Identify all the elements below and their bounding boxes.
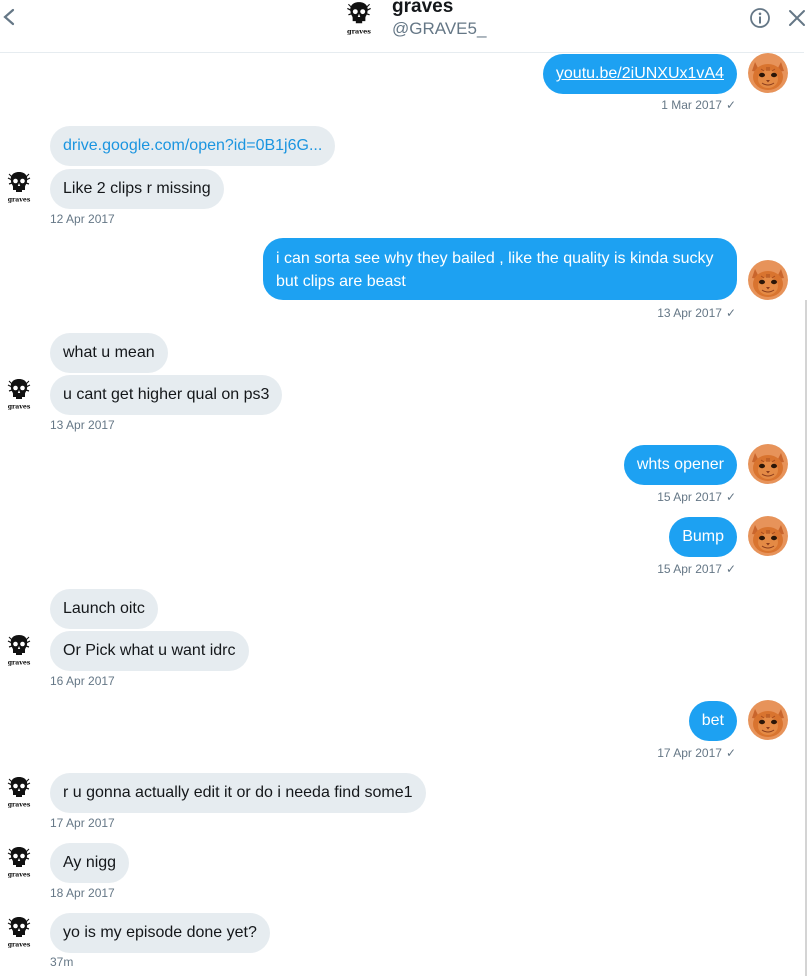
- message-bubble-outgoing[interactable]: Bump: [669, 517, 737, 557]
- read-check-icon: ✓: [725, 98, 736, 112]
- contact-name[interactable]: graves: [392, 0, 453, 18]
- own-avatar[interactable]: [748, 260, 788, 300]
- message-text: r u gonna actually edit it or do i needa…: [63, 784, 413, 801]
- message-timestamp: 37m: [50, 955, 74, 969]
- sender-avatar[interactable]: [6, 633, 32, 667]
- contact-handle[interactable]: @GRAVE5_: [392, 18, 486, 40]
- message-text: bet: [701, 712, 724, 729]
- message-text: Like 2 clips r missing: [63, 180, 211, 197]
- message-timestamp: 16 Apr 2017: [50, 674, 115, 688]
- message-bubble-incoming[interactable]: Launch oitc: [50, 589, 158, 629]
- message-timestamp: 17 Apr 2017: [50, 816, 115, 830]
- message-timestamp: 15 Apr 2017 ✓: [657, 562, 736, 576]
- message-text: Bump: [682, 528, 724, 545]
- message-text: Launch oitc: [63, 600, 145, 617]
- message-link[interactable]: youtu.be/2iUNXUx1vA4: [556, 65, 724, 82]
- message-text: what u mean: [63, 344, 155, 361]
- message-text: u cant get higher qual on ps3: [63, 386, 270, 403]
- message-bubble-incoming[interactable]: drive.google.com/open?id=0B1j6G...: [50, 126, 336, 166]
- message-timestamp: 18 Apr 2017: [50, 886, 115, 900]
- info-icon[interactable]: [749, 7, 771, 29]
- message-bubble-incoming[interactable]: Or Pick what u want idrc: [50, 631, 249, 671]
- message-timestamp: 1 Mar 2017 ✓: [661, 98, 736, 112]
- message-bubble-incoming[interactable]: u cant get higher qual on ps3: [50, 375, 283, 415]
- message-bubble-incoming[interactable]: Ay nigg: [50, 843, 130, 883]
- header-avatar[interactable]: [341, 0, 377, 36]
- message-bubble-outgoing[interactable]: whts opener: [623, 445, 737, 485]
- read-check-icon: ✓: [725, 306, 736, 320]
- message-text: Ay nigg: [63, 854, 117, 871]
- chevron-left-icon[interactable]: [0, 6, 20, 28]
- own-avatar[interactable]: [748, 53, 788, 93]
- message-bubble-outgoing[interactable]: i can sorta see why they bailed , like t…: [263, 238, 737, 300]
- sender-avatar[interactable]: [6, 775, 32, 809]
- close-icon[interactable]: [788, 9, 806, 27]
- conversation-header: graves @GRAVE5_: [0, 0, 808, 53]
- message-timestamp: 13 Apr 2017: [50, 418, 115, 432]
- message-bubble-outgoing[interactable]: youtu.be/2iUNXUx1vA4: [542, 54, 737, 94]
- message-bubble-incoming[interactable]: Like 2 clips r missing: [50, 169, 224, 209]
- sender-avatar[interactable]: [6, 377, 32, 411]
- read-check-icon: ✓: [725, 490, 736, 504]
- message-text: yo is my episode done yet?: [63, 924, 257, 941]
- message-timestamp: 17 Apr 2017 ✓: [657, 746, 736, 760]
- message-timestamp: 12 Apr 2017: [50, 212, 115, 226]
- read-check-icon: ✓: [725, 746, 736, 760]
- message-text: whts opener: [636, 456, 724, 473]
- sender-avatar[interactable]: [6, 845, 32, 879]
- message-timestamp: 13 Apr 2017 ✓: [657, 306, 736, 320]
- message-text: Or Pick what u want idrc: [63, 642, 236, 659]
- message-bubble-incoming[interactable]: yo is my episode done yet?: [50, 913, 270, 953]
- message-link[interactable]: drive.google.com/open?id=0B1j6G...: [63, 137, 322, 154]
- sender-avatar[interactable]: [6, 170, 32, 204]
- read-check-icon: ✓: [725, 562, 736, 576]
- message-timestamp: 15 Apr 2017 ✓: [657, 490, 736, 504]
- own-avatar[interactable]: [748, 700, 788, 740]
- own-avatar[interactable]: [748, 444, 788, 484]
- scrollbar-thumb[interactable]: [805, 300, 807, 976]
- message-bubble-incoming[interactable]: r u gonna actually edit it or do i needa…: [50, 773, 426, 813]
- sender-avatar[interactable]: [6, 915, 32, 949]
- own-avatar[interactable]: [748, 516, 788, 556]
- message-text: i can sorta see why they bailed , like t…: [276, 250, 714, 290]
- message-bubble-outgoing[interactable]: bet: [688, 701, 737, 741]
- message-bubble-incoming[interactable]: what u mean: [50, 333, 168, 373]
